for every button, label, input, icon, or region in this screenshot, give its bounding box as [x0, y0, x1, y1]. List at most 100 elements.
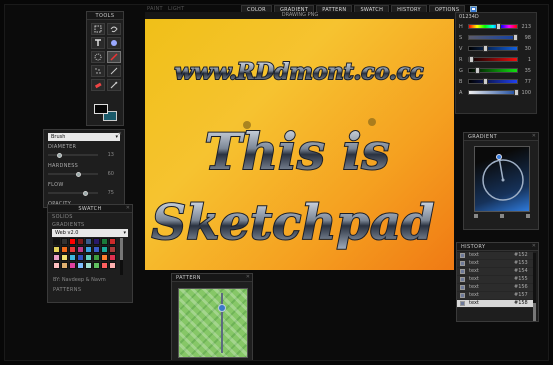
brush-icon[interactable] — [107, 51, 121, 63]
patterns-tab[interactable]: PATTERNS — [53, 287, 82, 293]
channel-value[interactable]: 77 — [525, 79, 531, 85]
swatch-color[interactable] — [53, 246, 60, 253]
swatch-color[interactable] — [77, 238, 84, 245]
stamp-icon[interactable] — [91, 51, 105, 63]
solids-tab[interactable]: SOLIDS — [48, 213, 132, 222]
foreground-color-swatch[interactable] — [94, 104, 108, 114]
close-icon[interactable]: ✕ — [532, 133, 536, 139]
swatch-color[interactable] — [61, 246, 68, 253]
close-icon[interactable]: ✕ — [126, 205, 130, 211]
history-item[interactable]: text #153 — [457, 260, 533, 268]
swatch-color[interactable] — [61, 254, 68, 261]
pattern-slider-knob[interactable] — [218, 304, 226, 313]
swatch-color[interactable] — [53, 262, 60, 269]
channel-slider[interactable] — [468, 45, 518, 52]
swatch-color[interactable] — [101, 238, 108, 245]
channel-slider[interactable] — [468, 23, 518, 30]
channel-value[interactable]: 35 — [525, 68, 531, 74]
swatch-color[interactable] — [53, 238, 60, 245]
channel-value[interactable]: 100 — [521, 90, 531, 96]
channel-slider[interactable] — [468, 56, 518, 63]
text-icon[interactable] — [91, 37, 105, 49]
swatch-color[interactable] — [109, 254, 116, 261]
brush-select[interactable]: Brush — [48, 133, 120, 141]
swatch-color[interactable] — [109, 238, 116, 245]
spray-icon[interactable] — [91, 65, 105, 77]
swatch-color[interactable] — [69, 262, 76, 269]
pattern-scale-slider[interactable] — [218, 293, 226, 353]
select-lasso-icon[interactable] — [107, 23, 121, 35]
swatch-color[interactable] — [77, 246, 84, 253]
hex-value[interactable]: 01234D — [456, 13, 536, 21]
channel-value[interactable]: 98 — [525, 35, 531, 41]
swatch-color[interactable] — [77, 262, 84, 269]
swatch-color[interactable] — [101, 262, 108, 269]
shape-icon[interactable] — [107, 37, 121, 49]
select-rect-icon[interactable] — [91, 23, 105, 35]
swatch-color[interactable] — [69, 238, 76, 245]
swatch-color[interactable] — [93, 238, 100, 245]
swatch-color[interactable] — [69, 246, 76, 253]
swatch-color[interactable] — [101, 254, 108, 261]
diameter-slider[interactable] — [48, 153, 98, 158]
slider-knob[interactable] — [76, 172, 81, 177]
history-item[interactable]: text #157 — [457, 292, 533, 300]
pattern-preview[interactable] — [178, 288, 248, 358]
channel-knob[interactable] — [469, 56, 475, 63]
channel-knob[interactable] — [482, 78, 488, 85]
swatch-color[interactable] — [85, 254, 92, 261]
channel-knob[interactable] — [475, 67, 481, 74]
channel-value[interactable]: 1 — [528, 57, 531, 63]
channel-knob[interactable] — [513, 34, 519, 41]
history-item[interactable]: text #155 — [457, 276, 533, 284]
swatch-color[interactable] — [85, 238, 92, 245]
flow-slider[interactable] — [48, 191, 98, 196]
swatch-set-select[interactable]: Web v2.0 — [52, 229, 128, 237]
gradient-stop-mid-icon[interactable] — [500, 214, 504, 218]
swatch-color[interactable] — [93, 254, 100, 261]
swatch-color[interactable] — [77, 254, 84, 261]
channel-knob[interactable] — [495, 23, 501, 30]
channel-slider[interactable] — [468, 78, 518, 85]
close-icon[interactable]: ✕ — [118, 131, 122, 137]
swatch-scrollbar[interactable] — [120, 238, 123, 275]
gradient-dial[interactable] — [475, 147, 531, 213]
gradient-stop-left-icon[interactable] — [474, 214, 478, 218]
channel-value[interactable]: 213 — [521, 24, 531, 30]
swatch-color[interactable] — [109, 246, 116, 253]
slider-knob[interactable] — [57, 153, 63, 158]
swatch-color[interactable] — [85, 246, 92, 253]
channel-value[interactable]: 30 — [525, 46, 531, 52]
drawing-canvas[interactable]: www.RDdmont.co.cc This is Sketchpad — [145, 19, 454, 270]
channel-slider[interactable] — [468, 89, 519, 96]
swatch-color[interactable] — [101, 246, 108, 253]
line-icon[interactable] — [107, 65, 121, 77]
gradient-stop-right-icon[interactable] — [526, 214, 530, 218]
history-item[interactable]: text #154 — [457, 268, 533, 276]
swatch-color[interactable] — [85, 262, 92, 269]
history-item[interactable]: text #152 — [457, 252, 533, 260]
gradient-preview[interactable] — [474, 146, 530, 212]
history-item[interactable]: text #156 — [457, 284, 533, 292]
swatch-color[interactable] — [93, 246, 100, 253]
swatch-color[interactable] — [61, 262, 68, 269]
channel-slider[interactable] — [468, 67, 518, 74]
color-chip[interactable] — [94, 104, 118, 122]
gradients-tab[interactable]: GRADIENTS — [48, 222, 132, 229]
channel-slider[interactable] — [468, 34, 519, 41]
close-icon[interactable]: ✕ — [532, 243, 536, 249]
close-icon[interactable]: ✕ — [246, 274, 250, 280]
channel-knob[interactable] — [514, 89, 519, 96]
eraser-icon[interactable] — [91, 79, 105, 91]
slider-knob[interactable] — [82, 191, 88, 196]
eyedropper-icon[interactable] — [107, 79, 121, 91]
swatch-color[interactable] — [69, 254, 76, 261]
swatch-color[interactable] — [53, 254, 60, 261]
swatch-color[interactable] — [93, 262, 100, 269]
history-scrollbar[interactable] — [533, 253, 536, 321]
channel-knob[interactable] — [482, 45, 488, 52]
history-item[interactable]: text #158 — [457, 300, 533, 308]
hardness-slider[interactable] — [48, 172, 98, 177]
swatch-color[interactable] — [109, 262, 116, 269]
swatch-color[interactable] — [61, 238, 68, 245]
